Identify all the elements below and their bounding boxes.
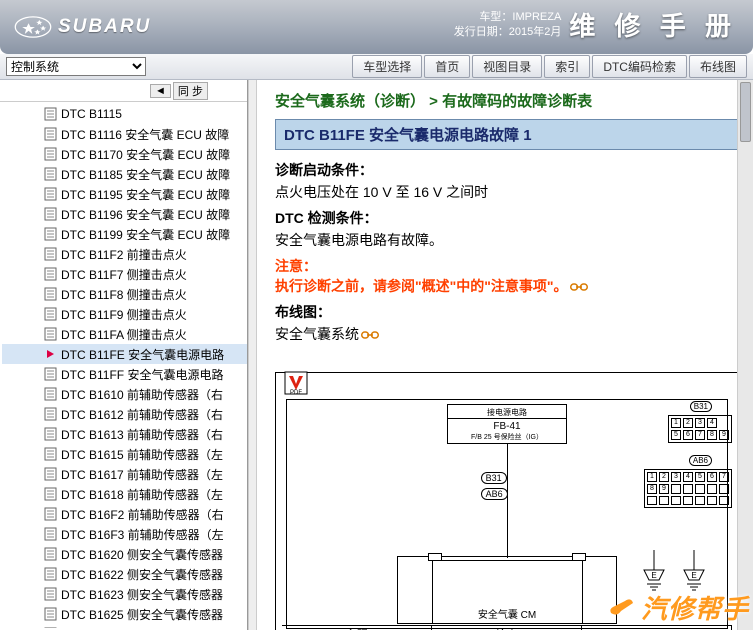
- watermark: 汽修帮手: [607, 589, 749, 626]
- system-dropdown[interactable]: 控制系统: [6, 57, 146, 76]
- dtc-detect-label: DTC 检测条件：: [275, 208, 739, 228]
- brand-logo-group: SUBARU: [14, 15, 151, 39]
- warning-label: 注意：: [275, 256, 739, 276]
- nav-视图目录[interactable]: 视图目录: [472, 55, 542, 78]
- page-title: DTC B11FE 安全气囊电源电路故障 1: [275, 119, 739, 150]
- nav-车型选择[interactable]: 车型选择: [352, 55, 422, 78]
- tree-item-DTCB1613[interactable]: DTC B1613 前辅助传感器（右: [2, 424, 247, 444]
- main-scrollbar[interactable]: [737, 80, 753, 630]
- tree-item-DTCB1623[interactable]: DTC B1623 侧安全气囊传感器: [2, 584, 247, 604]
- svg-text:E: E: [651, 571, 656, 580]
- tree-item-DTCB11F9[interactable]: DTC B11F9 侧撞击点火: [2, 304, 247, 324]
- pinout-b31: 123456789: [668, 415, 732, 443]
- svg-text:PDF: PDF: [290, 390, 302, 396]
- tree-item-DTCB1116[interactable]: DTC B1116 安全气囊 ECU 故障: [2, 124, 247, 144]
- dtc-tree[interactable]: DTC B1115 DTC B1116 安全气囊 ECU 故障DTC B1170…: [0, 102, 247, 628]
- link-icon[interactable]: [570, 281, 588, 293]
- model-label: 车型：: [479, 11, 512, 23]
- mid-scrollbar[interactable]: [248, 80, 257, 630]
- sync-button[interactable]: 同 步: [173, 82, 208, 100]
- date-label: 发行日期：: [454, 26, 509, 38]
- tree-item-DTCB16F2[interactable]: DTC B16F2 前辅助传感器（右: [2, 504, 247, 524]
- tree-item-DTCB1620[interactable]: DTC B1620 侧安全气囊传感器: [2, 544, 247, 564]
- manual-title: 维 修 手 册: [569, 6, 737, 43]
- ground-icon: E: [639, 550, 669, 592]
- tree-item-DTCB11F8[interactable]: DTC B11F8 侧撞击点火: [2, 284, 247, 304]
- sync-bar: ◄ 同 步: [0, 80, 247, 102]
- tree-item-DTCB11FF[interactable]: DTC B11FF 安全气囊电源电路: [2, 364, 247, 384]
- tree-item-DTCB1612[interactable]: DTC B1612 前辅助传感器（右: [2, 404, 247, 424]
- header-meta: 车型：IMPREZA 发行日期：2015年2月 维 修 手 册: [454, 6, 737, 43]
- nav-布线图[interactable]: 布线图: [689, 55, 747, 78]
- tree-item-DTCB1617[interactable]: DTC B1617 前辅助传感器（左: [2, 464, 247, 484]
- wiring-text: 安全气囊系统: [275, 324, 739, 344]
- connector-ab6: AB6: [481, 488, 508, 500]
- nav-索引[interactable]: 索引: [544, 55, 590, 78]
- tree-item-DTCB1615[interactable]: DTC B1615 前辅助传感器（左: [2, 444, 247, 464]
- wrench-icon: [607, 595, 637, 621]
- tree-item-DTCB1170[interactable]: DTC B1170 安全气囊 ECU 故障: [2, 144, 247, 164]
- tree-item-DTCB1627[interactable]: DTC B1627 侧安全气囊传感器: [2, 624, 247, 628]
- ground-icon: E: [679, 550, 709, 592]
- warning-text: 执行诊断之前，请参阅"概述"中的"注意事项"。: [275, 276, 739, 296]
- pinout-ab6-label: AB6: [689, 455, 712, 466]
- tree-item-DTCB1196[interactable]: DTC B1196 安全气囊 ECU 故障: [2, 204, 247, 224]
- sidebar: ◄ 同 步 DTC B1115 DTC B1116 安全气囊 ECU 故障DTC…: [0, 80, 248, 630]
- tree-item-DTCB1625[interactable]: DTC B1625 侧安全气囊传感器: [2, 604, 247, 624]
- tree-item-DTCB1610[interactable]: DTC B1610 前辅助传感器（右: [2, 384, 247, 404]
- tree-item-DTCB11FA[interactable]: DTC B11FA 侧撞击点火: [2, 324, 247, 344]
- breadcrumb: 安全气囊系统（诊断） > 有故障码的故障诊断表: [275, 90, 739, 111]
- tree-item-DTCB16F3[interactable]: DTC B16F3 前辅助传感器（左: [2, 524, 247, 544]
- model-value: IMPREZA: [512, 11, 561, 23]
- toolbar: 控制系统 车型选择首页视图目录索引DTC编码检索布线图: [0, 54, 753, 80]
- power-supply-box: 接电源电路 FB-41 F/B 25 号保险丝（IG）: [447, 404, 567, 444]
- nav-首页[interactable]: 首页: [424, 55, 470, 78]
- pinout-ab6: 123456789: [644, 469, 732, 508]
- sync-prev-button[interactable]: ◄: [150, 84, 171, 98]
- subaru-star-icon: [14, 15, 52, 39]
- link-icon[interactable]: [361, 329, 379, 341]
- svg-text:E: E: [691, 571, 696, 580]
- pinout-b31-label: B31: [690, 401, 712, 412]
- tree-item-DTCB1195[interactable]: DTC B1195 安全气囊 ECU 故障: [2, 184, 247, 204]
- tree-item-DTCB1115[interactable]: DTC B1115: [2, 104, 247, 124]
- wiring-label: 布线图：: [275, 302, 739, 322]
- app-header: SUBARU 车型：IMPREZA 发行日期：2015年2月 维 修 手 册: [0, 0, 753, 54]
- tree-item-DTCB1185[interactable]: DTC B1185 安全气囊 ECU 故障: [2, 164, 247, 184]
- airbag-cm-box: 安全气囊 CM: [397, 556, 617, 624]
- pdf-icon[interactable]: PDF: [283, 370, 309, 396]
- main-area: ◄ 同 步 DTC B1115 DTC B1116 安全气囊 ECU 故障DTC…: [0, 80, 753, 630]
- nav-button-group: 车型选择首页视图目录索引DTC编码检索布线图: [352, 55, 747, 78]
- connector-b31: B31: [481, 472, 507, 484]
- brand-text: SUBARU: [58, 16, 151, 38]
- diag-start-label: 诊断启动条件：: [275, 160, 739, 180]
- diag-start-text: 点火电压处在 10 V 至 16 V 之间时: [275, 182, 739, 202]
- tree-item-DTCB1622[interactable]: DTC B1622 侧安全气囊传感器: [2, 564, 247, 584]
- tree-item-DTCB11F2[interactable]: DTC B11F2 前撞击点火: [2, 244, 247, 264]
- tree-item-DTCB1618[interactable]: DTC B1618 前辅助传感器（左: [2, 484, 247, 504]
- date-value: 2015年2月: [509, 26, 562, 38]
- nav-DTC编码检索[interactable]: DTC编码检索: [592, 55, 687, 78]
- content-pane: 安全气囊系统（诊断） > 有故障码的故障诊断表 DTC B11FE 安全气囊电源…: [257, 80, 753, 630]
- tree-item-DTCB11FE[interactable]: DTC B11FE 安全气囊电源电路: [2, 344, 247, 364]
- dtc-detect-text: 安全气囊电源电路有故障。: [275, 230, 739, 250]
- tree-item-DTCB11F7[interactable]: DTC B11F7 侧撞击点火: [2, 264, 247, 284]
- tree-item-DTCB1199[interactable]: DTC B1199 安全气囊 ECU 故障: [2, 224, 247, 244]
